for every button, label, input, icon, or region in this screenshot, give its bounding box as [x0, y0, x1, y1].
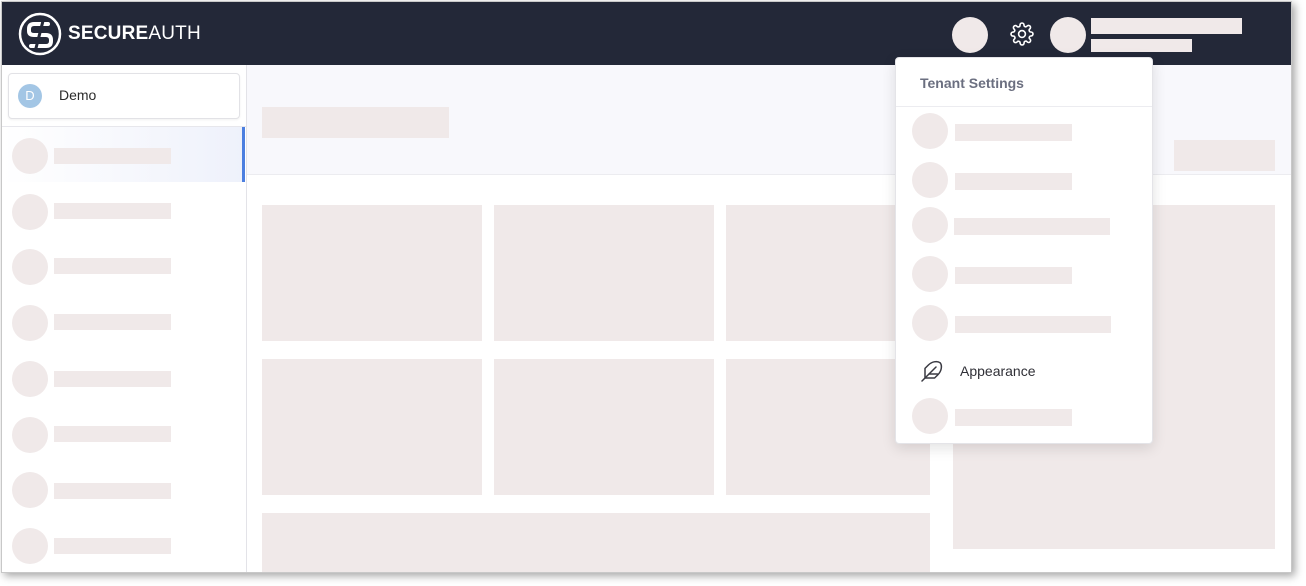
notifications-placeholder[interactable]	[952, 17, 988, 53]
menu-item-label-placeholder	[955, 409, 1072, 426]
sidebar-item-icon-placeholder[interactable]	[12, 138, 48, 174]
feather-icon	[921, 360, 943, 382]
gear-icon[interactable]	[1010, 22, 1034, 46]
menu-item-label-placeholder	[955, 173, 1072, 190]
sidebar-item-label-placeholder[interactable]	[54, 538, 171, 554]
content-card-placeholder[interactable]	[494, 205, 714, 341]
sidebar-item-icon-placeholder[interactable]	[12, 361, 48, 397]
top-navbar: SECUREAUTH	[2, 2, 1291, 65]
menu-item-icon-placeholder	[912, 162, 948, 198]
menu-item-4[interactable]	[896, 252, 1152, 296]
dropdown-title: Tenant Settings	[920, 75, 1024, 91]
content-card-placeholder[interactable]	[262, 359, 482, 495]
menu-item-label: Appearance	[960, 363, 1036, 379]
sidebar-item-icon-placeholder[interactable]	[12, 472, 48, 508]
active-indicator	[242, 127, 245, 182]
menu-item-1[interactable]	[896, 109, 1152, 153]
sidebar-item-label-placeholder[interactable]	[54, 371, 171, 387]
tenant-avatar: D	[18, 84, 42, 108]
page-title-placeholder	[262, 107, 449, 138]
user-name-placeholder	[1091, 18, 1242, 34]
menu-item-5[interactable]	[896, 301, 1152, 345]
menu-item-3[interactable]	[896, 203, 1152, 247]
menu-item-appearance[interactable]: Appearance	[896, 349, 1152, 393]
sidebar-item-icon-placeholder[interactable]	[12, 528, 48, 564]
brand-name-bold: SECURE	[68, 23, 149, 44]
user-email-placeholder	[1091, 39, 1192, 52]
header-action-placeholder[interactable]	[1174, 140, 1275, 171]
menu-item-label-placeholder	[955, 124, 1072, 141]
brand-name: SECUREAUTH	[68, 23, 201, 45]
menu-item-icon-placeholder	[912, 398, 948, 434]
secureauth-logo-icon[interactable]	[18, 12, 62, 56]
brand-name-light: AUTH	[148, 23, 201, 44]
tenant-settings-dropdown: Tenant Settings Appearance	[895, 57, 1153, 444]
sidebar-item-icon-placeholder[interactable]	[12, 305, 48, 341]
sidebar-item-icon-placeholder[interactable]	[12, 417, 48, 453]
sidebar-item-label-placeholder[interactable]	[54, 203, 171, 219]
tenant-name: Demo	[59, 87, 97, 103]
sidebar-item-label-placeholder[interactable]	[54, 426, 171, 442]
menu-item-icon-placeholder	[912, 207, 948, 243]
menu-item-label-placeholder	[955, 316, 1111, 333]
menu-item-7[interactable]	[896, 394, 1152, 438]
sidebar-item-label-placeholder[interactable]	[54, 148, 171, 164]
sidebar-item-label-placeholder[interactable]	[54, 483, 171, 499]
dropdown-divider	[896, 106, 1152, 107]
sidebar-item-icon-placeholder[interactable]	[12, 249, 48, 285]
tenant-selector[interactable]: D Demo	[8, 73, 240, 119]
content-wide-placeholder[interactable]	[262, 513, 930, 572]
user-avatar[interactable]	[1050, 17, 1086, 53]
menu-item-icon-placeholder	[912, 256, 948, 292]
menu-item-icon-placeholder	[912, 113, 948, 149]
app-window: SECUREAUTH D Demo Tenant Settings Appear…	[1, 1, 1292, 573]
menu-item-icon-placeholder	[912, 305, 948, 341]
sidebar-item-label-placeholder[interactable]	[54, 258, 171, 274]
content-card-placeholder[interactable]	[494, 359, 714, 495]
menu-item-2[interactable]	[896, 158, 1152, 202]
sidebar-item-label-placeholder[interactable]	[54, 314, 171, 330]
menu-item-label-placeholder	[954, 218, 1110, 235]
content-card-placeholder[interactable]	[262, 205, 482, 341]
sidebar-item-icon-placeholder[interactable]	[12, 194, 48, 230]
menu-item-label-placeholder	[955, 267, 1072, 284]
